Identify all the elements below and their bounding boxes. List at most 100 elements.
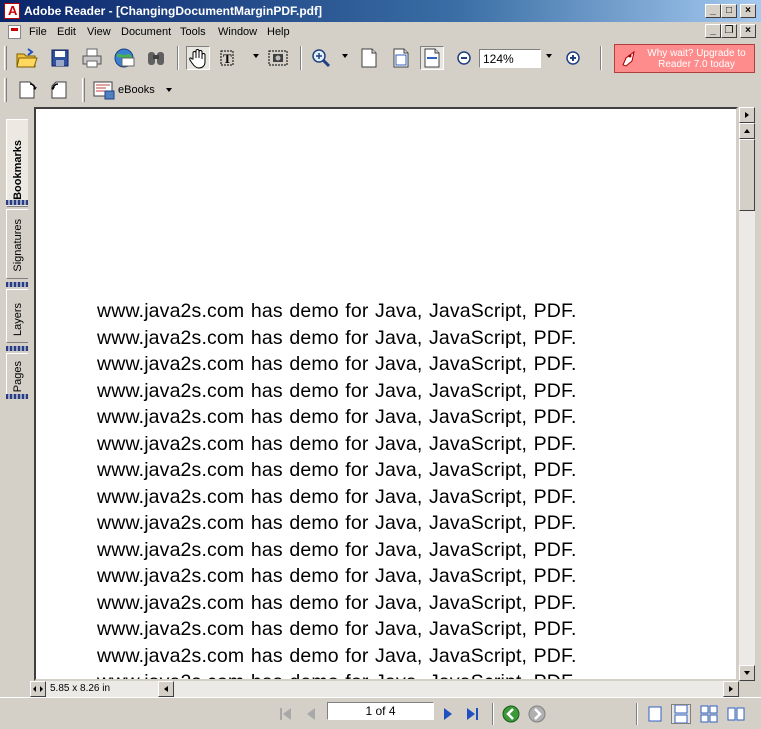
open-icon[interactable] bbox=[14, 46, 38, 70]
first-page-icon[interactable] bbox=[276, 704, 296, 724]
fit-page-icon[interactable] bbox=[389, 46, 413, 70]
adobe-reader-window: Adobe Reader - [ChangingDocumentMarginPD… bbox=[0, 0, 761, 729]
previous-page-icon[interactable] bbox=[302, 704, 322, 724]
page-text-line: www.java2s.com has demo for Java, JavaSc… bbox=[97, 353, 577, 375]
tab-layers[interactable]: Layers bbox=[6, 289, 28, 343]
zoom-dropdown-icon[interactable] bbox=[546, 54, 552, 58]
toolbar-separator bbox=[177, 46, 179, 70]
scroll-thumb[interactable] bbox=[739, 139, 755, 211]
last-page-icon[interactable] bbox=[463, 704, 483, 724]
page-text-line: www.java2s.com has demo for Java, JavaSc… bbox=[97, 300, 577, 322]
upgrade-text: Why wait? Upgrade to Reader 7.0 today bbox=[647, 48, 746, 70]
continuous-layout-icon[interactable] bbox=[671, 704, 691, 724]
tab-signatures-label: Signatures bbox=[12, 219, 24, 272]
title-bar[interactable]: Adobe Reader - [ChangingDocumentMarginPD… bbox=[0, 0, 761, 22]
window-title: Adobe Reader - [ChangingDocumentMarginPD… bbox=[24, 4, 322, 18]
text-select-icon[interactable]: T bbox=[218, 46, 242, 70]
tab-grip bbox=[6, 346, 28, 351]
toolbar-separator bbox=[300, 46, 302, 70]
toolbar-separator bbox=[600, 46, 602, 70]
rotate-clockwise-icon[interactable] bbox=[16, 78, 40, 102]
toolbar-grip[interactable] bbox=[4, 78, 7, 102]
doc-restore-button[interactable]: ❐ bbox=[721, 24, 737, 38]
ebooks-button[interactable]: eBooks bbox=[90, 78, 176, 102]
maximize-button[interactable]: □ bbox=[721, 4, 737, 18]
navbar-separator bbox=[492, 703, 494, 725]
email-icon[interactable] bbox=[112, 46, 136, 70]
go-back-icon[interactable] bbox=[501, 704, 521, 724]
scroll-left-button[interactable] bbox=[158, 681, 174, 697]
scroll-down-button[interactable] bbox=[739, 665, 755, 681]
page-text-line: www.java2s.com has demo for Java, JavaSc… bbox=[97, 459, 577, 481]
zoom-tool-dropdown-icon[interactable] bbox=[342, 54, 348, 58]
page-text-line: www.java2s.com has demo for Java, JavaSc… bbox=[97, 538, 577, 561]
ebooks-dropdown-icon[interactable] bbox=[166, 88, 172, 92]
page-text-line: www.java2s.com has demo for Java, JavaSc… bbox=[97, 618, 577, 640]
menu-window[interactable]: Window bbox=[218, 26, 257, 38]
doc-minimize-button[interactable]: _ bbox=[705, 24, 721, 38]
tab-signatures[interactable]: Signatures bbox=[6, 209, 28, 279]
rocket-icon bbox=[622, 50, 635, 67]
page-text-line: www.java2s.com has demo for Java, JavaSc… bbox=[97, 512, 577, 534]
scroll-right-button[interactable] bbox=[723, 681, 739, 697]
tab-bookmarks[interactable]: Bookmarks bbox=[6, 119, 28, 207]
print-icon[interactable] bbox=[80, 46, 104, 70]
zoom-input[interactable]: 124% bbox=[479, 49, 541, 68]
fit-width-icon[interactable] bbox=[420, 46, 444, 70]
navbar-separator bbox=[636, 703, 638, 725]
zoom-plus-icon[interactable] bbox=[561, 46, 585, 70]
toolbar-grip[interactable] bbox=[82, 78, 85, 102]
menu-file[interactable]: File bbox=[29, 26, 47, 38]
svg-text:T: T bbox=[223, 51, 232, 66]
menu-tools[interactable]: Tools bbox=[180, 26, 206, 38]
single-page-layout-icon[interactable] bbox=[645, 704, 665, 724]
menu-edit[interactable]: Edit bbox=[57, 26, 76, 38]
zoom-out-icon[interactable] bbox=[452, 46, 476, 70]
facing-layout-icon[interactable] bbox=[726, 704, 746, 724]
tab-grip bbox=[6, 394, 28, 399]
scroll-up-button[interactable] bbox=[739, 123, 755, 139]
adobe-app-icon[interactable] bbox=[4, 3, 20, 19]
menu-bar: File Edit View Document Tools Window Hel… bbox=[0, 22, 761, 42]
search-icon[interactable] bbox=[144, 46, 168, 70]
ebooks-icon bbox=[93, 81, 115, 100]
continuous-facing-layout-icon[interactable] bbox=[699, 704, 719, 724]
minimize-button[interactable]: _ bbox=[705, 4, 721, 18]
close-button[interactable]: × bbox=[740, 4, 756, 18]
tab-pages[interactable]: Pages bbox=[6, 353, 28, 399]
snapshot-icon[interactable] bbox=[266, 46, 290, 70]
tab-grip bbox=[6, 200, 28, 205]
menu-help[interactable]: Help bbox=[267, 26, 290, 38]
tab-layers-label: Layers bbox=[12, 302, 24, 336]
upgrade-button[interactable]: Why wait? Upgrade to Reader 7.0 today bbox=[614, 44, 755, 73]
vertical-scrollbar[interactable] bbox=[739, 107, 755, 681]
next-page-icon[interactable] bbox=[438, 704, 458, 724]
doc-close-button[interactable]: × bbox=[740, 24, 756, 38]
go-forward-icon[interactable] bbox=[527, 704, 547, 724]
ebooks-label: eBooks bbox=[118, 84, 155, 96]
save-icon[interactable] bbox=[48, 46, 72, 70]
rotate-counterclockwise-icon[interactable] bbox=[48, 78, 72, 102]
page-text-line: www.java2s.com has demo for Java, JavaSc… bbox=[97, 669, 697, 679]
document-menu-icon[interactable] bbox=[8, 25, 21, 39]
page-text-line: www.java2s.com has demo for Java, JavaSc… bbox=[97, 406, 577, 428]
document-view[interactable]: www.java2s.com has demo for Java, JavaSc… bbox=[34, 107, 738, 681]
tab-pages-label: Pages bbox=[12, 360, 24, 392]
tab-bookmarks-label: Bookmarks bbox=[12, 140, 24, 200]
panel-expand-button[interactable] bbox=[739, 107, 755, 123]
resize-panel-icon[interactable] bbox=[30, 681, 46, 697]
page-text-line: www.java2s.com has demo for Java, JavaSc… bbox=[97, 591, 577, 614]
page-size-label: 5.85 x 8.26 in bbox=[50, 683, 111, 694]
page-text-line: www.java2s.com has demo for Java, JavaSc… bbox=[97, 432, 577, 455]
tab-grip bbox=[6, 282, 28, 287]
text-select-dropdown-icon[interactable] bbox=[253, 54, 259, 58]
hand-tool-icon[interactable] bbox=[186, 46, 210, 70]
menu-document[interactable]: Document bbox=[121, 26, 171, 38]
toolbar-grip[interactable] bbox=[4, 46, 7, 70]
page-text-line: www.java2s.com has demo for Java, JavaSc… bbox=[97, 326, 577, 349]
navigation-tabs: Bookmarks Signatures Layers Pages bbox=[0, 107, 34, 681]
actual-size-icon[interactable] bbox=[357, 46, 381, 70]
menu-view[interactable]: View bbox=[87, 26, 111, 38]
page-number-input[interactable]: 1 of 4 bbox=[327, 702, 434, 720]
zoom-in-tool-icon[interactable] bbox=[309, 46, 333, 70]
